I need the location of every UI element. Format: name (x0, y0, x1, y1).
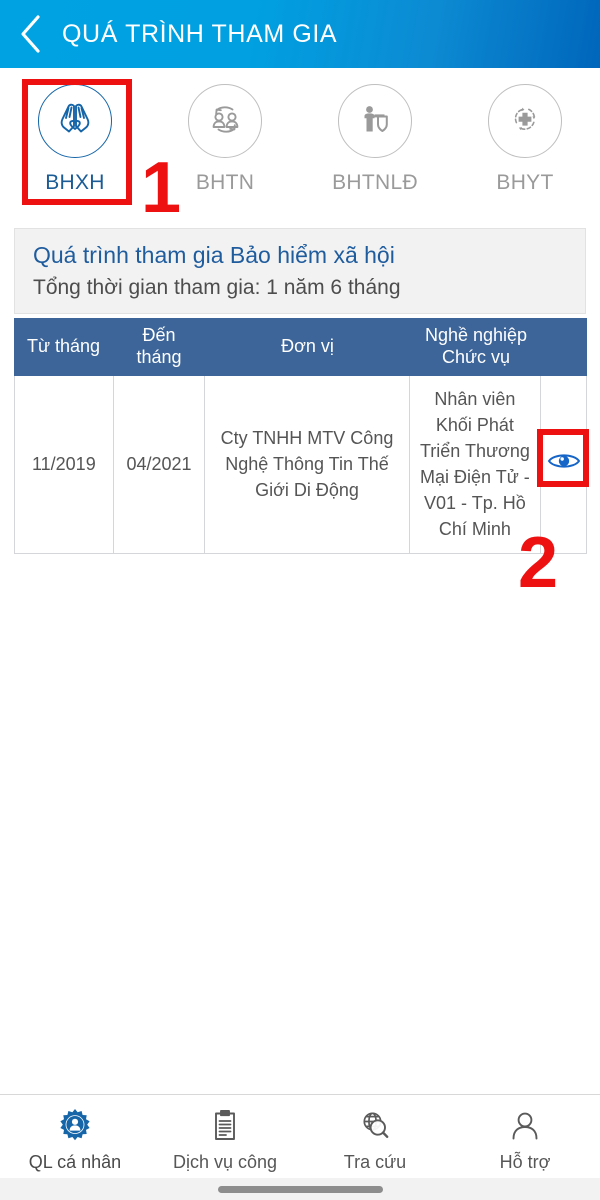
column-header-to-month: Đến tháng (113, 318, 205, 376)
column-header-occupation-line2: Chức vụ (441, 347, 511, 367)
gear-person-icon (55, 1105, 95, 1147)
home-indicator[interactable] (217, 1185, 383, 1193)
app-header: QUÁ TRÌNH THAM GIA (0, 0, 600, 68)
summary-title: Quá trình tham gia Bảo hiểm xã hội (33, 242, 395, 268)
nav-item-support[interactable]: Hỗ trợ (450, 1095, 600, 1178)
participation-summary-panel: Quá trình tham gia Bảo hiểm xã hội Tổng … (14, 228, 586, 314)
tab-bhyt-circle (488, 84, 562, 158)
tab-bhtnld[interactable]: BHTNLĐ (300, 68, 450, 218)
headset-person-icon (505, 1105, 545, 1147)
home-indicator-area (0, 1178, 600, 1200)
page-title: QUÁ TRÌNH THAM GIA (62, 19, 338, 48)
cell-from-month: 11/2019 (15, 376, 114, 553)
medical-cross-cycle-icon (501, 95, 549, 148)
nav-item-public-services[interactable]: Dịch vụ công (150, 1095, 300, 1178)
nav-label-public-services: Dịch vụ công (172, 1151, 278, 1172)
column-header-occupation-line1: Nghề nghiệp (424, 325, 528, 346)
column-header-action (542, 318, 587, 376)
table-header-row: Từ tháng Đến tháng Đơn vị Nghề nghiệp Ch… (14, 318, 587, 376)
chevron-left-icon (18, 13, 44, 55)
worker-shield-icon (351, 95, 399, 148)
tab-bhtnld-circle (338, 84, 412, 158)
cell-unit: Cty TNHH MTV Công Nghệ Thông Tin Thế Giớ… (205, 376, 410, 553)
nav-label-support: Hỗ trợ (499, 1151, 551, 1172)
summary-total-duration: Tổng thời gian tham gia: 1 năm 6 tháng (33, 276, 401, 300)
tab-bhyt-label: BHYT (496, 171, 554, 194)
eye-icon (547, 450, 581, 479)
two-people-cycle-icon (201, 95, 249, 148)
participation-table: Từ tháng Đến tháng Đơn vị Nghề nghiệp Ch… (14, 318, 587, 554)
table-row[interactable]: 11/2019 04/2021 Cty TNHH MTV Công Nghệ T… (14, 376, 587, 554)
tab-bhxh[interactable]: BHXH (0, 68, 150, 218)
column-header-to-month-line1: Đến (142, 325, 176, 346)
tab-bhtn-circle (188, 84, 262, 158)
globe-search-icon (355, 1105, 395, 1147)
tab-bhxh-circle (38, 84, 112, 158)
bottom-navigation: QL cá nhân Dịch vụ công Tra cứu Hỗ trợ (0, 1094, 600, 1178)
tab-bhtn-label: BHTN (195, 171, 255, 194)
document-icon (205, 1105, 245, 1147)
nav-label-personal-management: QL cá nhân (28, 1151, 122, 1172)
column-header-occupation: Nghề nghiệp Chức vụ (410, 318, 542, 376)
praying-hands-heart-icon (51, 95, 99, 148)
nav-label-lookup: Tra cứu (343, 1151, 407, 1172)
nav-item-personal-management[interactable]: QL cá nhân (0, 1095, 150, 1178)
insurance-type-tabs: BHXH BHTN BHTNLĐ BHYT (0, 68, 600, 218)
annotation-number-1: 1 (141, 148, 182, 228)
column-header-to-month-line2: tháng (136, 347, 182, 367)
app-screen: QUÁ TRÌNH THAM GIA BHXH BHTN BHTNLĐ BHYT… (0, 0, 600, 1200)
back-button[interactable] (0, 0, 62, 68)
tab-bhyt[interactable]: BHYT (450, 68, 600, 218)
nav-item-lookup[interactable]: Tra cứu (300, 1095, 450, 1178)
column-header-unit: Đơn vị (281, 336, 334, 357)
column-header-from-month: Từ tháng (26, 336, 101, 357)
cell-to-month: 04/2021 (114, 376, 206, 553)
tab-bhtnld-label: BHTNLĐ (332, 171, 418, 194)
annotation-number-2: 2 (518, 523, 559, 603)
tab-bhxh-label: BHXH (45, 171, 105, 194)
